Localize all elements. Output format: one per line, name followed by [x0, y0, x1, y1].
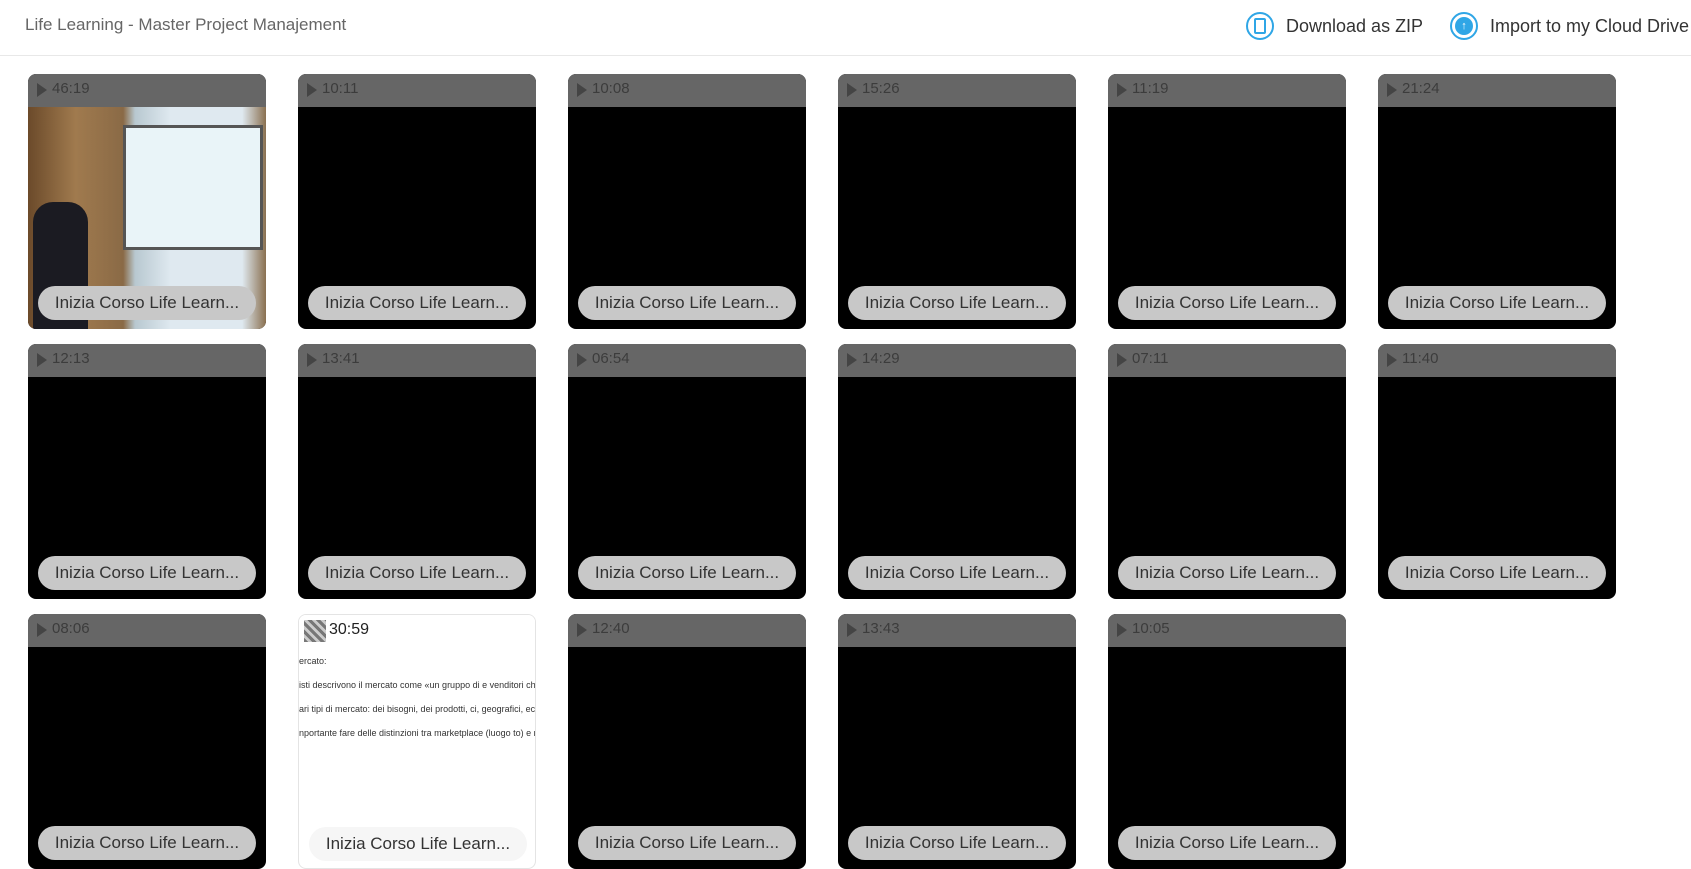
duration-bar: 13:43	[838, 614, 1076, 647]
video-card[interactable]: 13:43 Inizia Corso Life Learn...	[838, 614, 1076, 869]
video-card[interactable]: 07:11 Inizia Corso Life Learn...	[1108, 344, 1346, 599]
play-icon	[1387, 83, 1397, 97]
video-card[interactable]: 10:11 Inizia Corso Life Learn...	[298, 74, 536, 329]
duration-bar: 12:13	[28, 344, 266, 377]
video-duration: 06:54	[592, 350, 630, 367]
video-duration: 13:43	[862, 620, 900, 637]
duration-bar: 15:26	[838, 74, 1076, 107]
video-title[interactable]: Inizia Corso Life Learn...	[38, 556, 256, 590]
import-cloud-drive-label: Import to my Cloud Drive	[1490, 15, 1690, 36]
play-icon	[847, 623, 857, 637]
cloud-upload-icon: ↑	[1450, 12, 1478, 40]
video-duration: 07:11	[1132, 350, 1169, 367]
download-zip-button[interactable]: Download as ZIP	[1246, 12, 1423, 40]
video-card[interactable]: 11:40 Inizia Corso Life Learn...	[1378, 344, 1616, 599]
video-duration: 12:40	[592, 620, 630, 637]
video-title[interactable]: Inizia Corso Life Learn...	[309, 827, 527, 861]
play-icon	[37, 83, 47, 97]
duration-bar: 11:40	[1378, 344, 1616, 377]
duration-bar: 07:11	[1108, 344, 1346, 377]
duration-bar: 21:24	[1378, 74, 1616, 107]
video-card[interactable]: 06:54 Inizia Corso Life Learn...	[568, 344, 806, 599]
video-card[interactable]: 13:41 Inizia Corso Life Learn...	[298, 344, 536, 599]
qr-icon	[304, 620, 326, 642]
video-card[interactable]: 11:19 Inizia Corso Life Learn...	[1108, 74, 1346, 329]
video-card[interactable]: 46:19 Inizia Corso Life Learn...	[28, 74, 266, 329]
video-title[interactable]: Inizia Corso Life Learn...	[1388, 286, 1606, 320]
video-card[interactable]: 15:26 Inizia Corso Life Learn...	[838, 74, 1076, 329]
duration-bar: 10:08	[568, 74, 806, 107]
video-duration: 11:19	[1132, 80, 1169, 97]
download-zip-label: Download as ZIP	[1286, 15, 1424, 36]
play-icon	[1117, 353, 1127, 367]
play-icon	[1117, 623, 1127, 637]
video-card[interactable]: ercato: isti descrivono il mercato come «…	[298, 614, 536, 869]
video-title[interactable]: Inizia Corso Life Learn...	[1118, 826, 1336, 860]
duration-bar: 12:40	[568, 614, 806, 647]
header: Life Learning - Master Project Manajemen…	[0, 0, 1691, 56]
video-card[interactable]: 21:24 Inizia Corso Life Learn...	[1378, 74, 1616, 329]
video-title[interactable]: Inizia Corso Life Learn...	[848, 556, 1066, 590]
play-icon	[37, 623, 47, 637]
duration-bar: 06:54	[568, 344, 806, 377]
video-card[interactable]: 14:29 Inizia Corso Life Learn...	[838, 344, 1076, 599]
video-duration: 12:13	[52, 350, 90, 367]
video-duration: 21:24	[1402, 80, 1440, 97]
video-card[interactable]: 10:08 Inizia Corso Life Learn...	[568, 74, 806, 329]
play-icon	[847, 83, 857, 97]
duration-bar: 11:19	[1108, 74, 1346, 107]
duration-bar: 30:59	[299, 615, 535, 648]
play-icon	[307, 83, 317, 97]
video-duration: 30:59	[329, 621, 370, 638]
play-icon	[1117, 83, 1127, 97]
video-card[interactable]: 08:06 Inizia Corso Life Learn...	[28, 614, 266, 869]
video-title[interactable]: Inizia Corso Life Learn...	[38, 826, 256, 860]
page-title: Life Learning - Master Project Manajemen…	[25, 15, 347, 34]
zip-file-icon	[1246, 12, 1274, 40]
import-cloud-drive-button[interactable]: ↑ Import to my Cloud Drive	[1450, 12, 1689, 40]
play-icon	[577, 353, 587, 367]
play-icon	[1387, 353, 1397, 367]
video-duration: 46:19	[52, 80, 90, 97]
video-title[interactable]: Inizia Corso Life Learn...	[1118, 286, 1336, 320]
video-duration: 15:26	[862, 80, 900, 97]
video-duration: 14:29	[862, 350, 900, 367]
slide-text: ercato:	[299, 656, 327, 666]
play-icon	[577, 623, 587, 637]
video-title[interactable]: Inizia Corso Life Learn...	[578, 286, 796, 320]
video-duration: 10:11	[322, 80, 359, 97]
video-title[interactable]: Inizia Corso Life Learn...	[308, 556, 526, 590]
video-title[interactable]: Inizia Corso Life Learn...	[308, 286, 526, 320]
video-duration: 11:40	[1402, 350, 1439, 367]
slide-text: ari tipi di mercato: dei bisogni, dei pr…	[299, 704, 535, 714]
video-title[interactable]: Inizia Corso Life Learn...	[578, 556, 796, 590]
video-title[interactable]: Inizia Corso Life Learn...	[1118, 556, 1336, 590]
video-card[interactable]: 12:40 Inizia Corso Life Learn...	[568, 614, 806, 869]
play-icon	[847, 353, 857, 367]
play-icon	[577, 83, 587, 97]
video-title[interactable]: Inizia Corso Life Learn...	[1388, 556, 1606, 590]
video-title[interactable]: Inizia Corso Life Learn...	[578, 826, 796, 860]
play-icon	[307, 353, 317, 367]
duration-bar: 10:05	[1108, 614, 1346, 647]
video-title[interactable]: Inizia Corso Life Learn...	[848, 826, 1066, 860]
slide-text: isti descrivono il mercato come «un grup…	[299, 680, 535, 690]
video-duration: 13:41	[322, 350, 360, 367]
duration-bar: 14:29	[838, 344, 1076, 377]
duration-bar: 46:19	[28, 74, 266, 107]
video-duration: 10:08	[592, 80, 630, 97]
play-icon	[37, 353, 47, 367]
duration-bar: 08:06	[28, 614, 266, 647]
video-title[interactable]: Inizia Corso Life Learn...	[848, 286, 1066, 320]
video-title[interactable]: Inizia Corso Life Learn...	[38, 286, 256, 320]
video-thumbnail: ercato: isti descrivono il mercato come «…	[299, 655, 535, 751]
duration-bar: 13:41	[298, 344, 536, 377]
duration-bar: 10:11	[298, 74, 536, 107]
slide-text: nportante fare delle distinzioni tra mar…	[299, 728, 535, 738]
video-duration: 10:05	[1132, 620, 1170, 637]
video-card[interactable]: 12:13 Inizia Corso Life Learn...	[28, 344, 266, 599]
video-card[interactable]: 10:05 Inizia Corso Life Learn...	[1108, 614, 1346, 869]
video-duration: 08:06	[52, 620, 90, 637]
